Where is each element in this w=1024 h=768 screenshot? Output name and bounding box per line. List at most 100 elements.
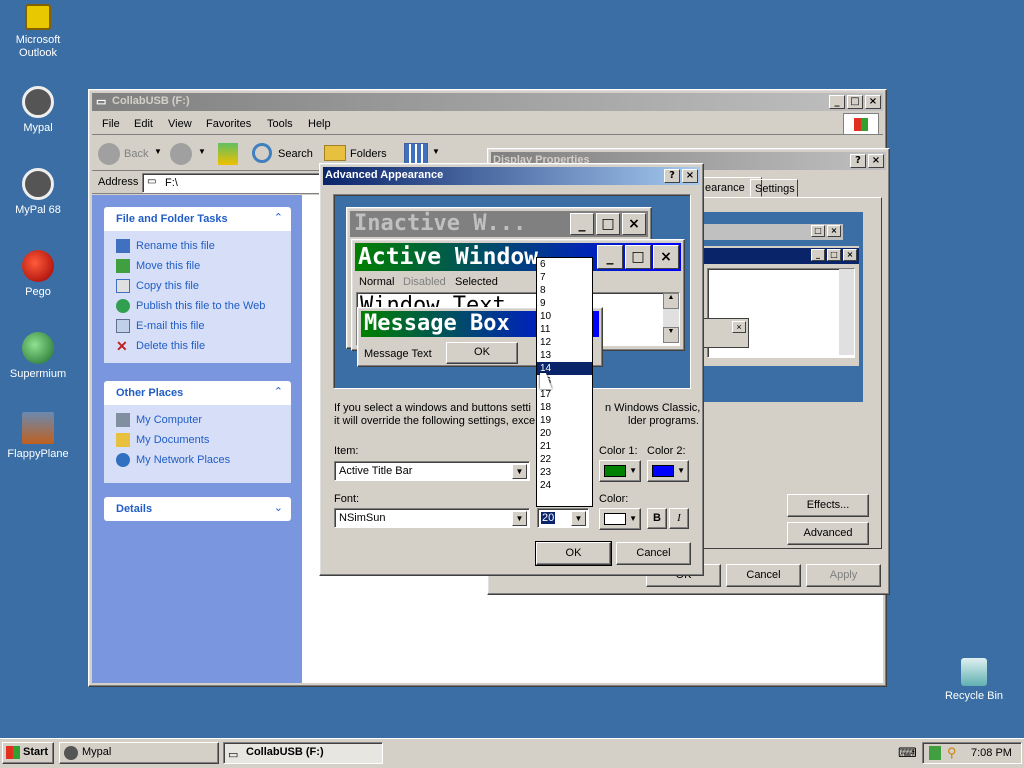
preview-inactive-titlebar: Inactive W... _ □ × — [350, 211, 648, 237]
desktop-icon-recycle-bin[interactable]: Recycle Bin — [944, 658, 1004, 703]
delete-file-link[interactable]: ✕ Delete this file — [116, 339, 205, 353]
advanced-button[interactable]: Advanced — [787, 522, 869, 545]
copy-file-link[interactable]: Copy this file — [116, 279, 199, 293]
menu-view[interactable]: View — [168, 118, 192, 130]
size-select[interactable]: 20 ▼ — [537, 508, 589, 528]
move-file-link[interactable]: Move this file — [116, 259, 200, 273]
publish-file-link[interactable]: Publish this file to the Web — [116, 299, 265, 313]
other-places-header[interactable]: Other Places ⌃ — [104, 381, 291, 405]
menu-edit[interactable]: Edit — [134, 118, 153, 130]
details-header[interactable]: Details ⌄ — [104, 497, 291, 521]
help-button[interactable]: ? — [850, 154, 866, 168]
font-select[interactable]: NSimSun ▼ — [334, 508, 530, 528]
desktop-icon-supermium[interactable]: Supermium — [8, 332, 68, 381]
menu-help[interactable]: Help — [308, 118, 331, 130]
close-button[interactable]: × — [865, 95, 881, 109]
desktop-icon-mypal68[interactable]: MyPal 68 — [14, 168, 62, 217]
menu-favorites[interactable]: Favorites — [206, 118, 251, 130]
windows-logo-icon — [6, 746, 20, 759]
menu-file[interactable]: File — [102, 118, 120, 130]
email-file-link[interactable]: E-mail this file — [116, 319, 204, 333]
desktop-icon-label: Mypal — [23, 122, 53, 134]
keyboard-icon[interactable]: ⌨ — [898, 745, 917, 761]
clock[interactable]: 7:08 PM — [971, 747, 1012, 759]
size-option[interactable]: 13 — [537, 349, 592, 362]
menu-tools[interactable]: Tools — [267, 118, 293, 130]
size-option[interactable]: 9 — [537, 297, 592, 310]
collapse-icon[interactable]: ⌃ — [274, 385, 283, 398]
tab-settings[interactable]: Settings — [750, 179, 798, 197]
size-option[interactable]: 11 — [537, 323, 592, 336]
display-cancel-button[interactable]: Cancel — [726, 564, 801, 587]
tray-search-icon[interactable]: ⚲ — [947, 745, 957, 761]
file-tasks-header[interactable]: File and Folder Tasks ⌃ — [104, 207, 291, 231]
effects-button[interactable]: Effects... — [787, 494, 869, 517]
chevron-down-icon[interactable]: ▼ — [198, 147, 206, 156]
size-option[interactable]: 12 — [537, 336, 592, 349]
size-option[interactable]: 17 — [537, 388, 592, 401]
size-option[interactable]: 24 — [537, 479, 592, 492]
size-option[interactable]: 7 — [537, 271, 592, 284]
search-button[interactable]: Search — [278, 148, 313, 160]
address-input[interactable]: ▭ F:\ — [142, 173, 322, 193]
my-documents-link[interactable]: My Documents — [116, 433, 209, 447]
chevron-down-icon[interactable]: ▼ — [154, 147, 162, 156]
size-option[interactable]: 22 — [537, 453, 592, 466]
start-button[interactable]: Start — [2, 742, 54, 764]
color2-picker[interactable]: ▼ — [647, 460, 689, 482]
maximize-button[interactable]: □ — [847, 95, 863, 109]
size-option[interactable]: 23 — [537, 466, 592, 479]
chevron-down-icon[interactable]: ▼ — [512, 511, 527, 526]
font-color-picker[interactable]: ▼ — [599, 508, 641, 530]
size-option[interactable]: 20 — [537, 427, 592, 440]
size-option[interactable]: 21 — [537, 440, 592, 453]
folders-button[interactable]: Folders — [350, 148, 387, 160]
font-label: Font: — [334, 493, 360, 505]
taskbar-item-mypal[interactable]: Mypal — [59, 742, 219, 764]
up-folder-icon[interactable] — [218, 143, 238, 165]
views-icon[interactable] — [404, 143, 428, 165]
cancel-button[interactable]: Cancel — [616, 542, 691, 565]
expand-icon[interactable]: ⌄ — [274, 501, 283, 514]
appearance-preview: Inactive W... _ □ × Active Window _ □ × … — [333, 194, 691, 389]
desktop-icon-flappyplane[interactable]: FlappyPlane — [6, 412, 70, 461]
back-arrow-icon[interactable] — [98, 143, 120, 165]
explorer-titlebar[interactable]: ▭ CollabUSB (F:) _ □ × — [92, 93, 883, 111]
bold-button[interactable]: B — [647, 508, 667, 529]
size-option[interactable]: 19 — [537, 414, 592, 427]
chevron-down-icon[interactable]: ▼ — [512, 464, 527, 479]
forward-arrow-icon[interactable] — [170, 143, 192, 165]
my-computer-link[interactable]: My Computer — [116, 413, 202, 427]
desktop-icon-mypal[interactable]: Mypal — [14, 86, 62, 135]
inactive-title-text: Inactive W... — [354, 211, 527, 236]
supermium-icon — [22, 332, 54, 364]
collapse-icon[interactable]: ⌃ — [274, 211, 283, 224]
minimize-button[interactable]: _ — [829, 95, 845, 109]
back-button[interactable]: Back — [124, 148, 148, 160]
other-places-title: Other Places — [116, 387, 184, 399]
desktop-icon-outlook[interactable]: Microsoft Outlook — [14, 4, 62, 60]
size-option[interactable]: 6 — [537, 258, 592, 271]
rename-file-link[interactable]: Rename this file — [116, 239, 215, 253]
maximize-icon: □ — [625, 245, 651, 269]
chevron-down-icon[interactable]: ▼ — [571, 511, 586, 526]
advanced-titlebar[interactable]: Advanced Appearance ? × — [323, 167, 700, 185]
display-apply-button[interactable]: Apply — [806, 564, 881, 587]
tray-app-icon[interactable] — [929, 746, 941, 760]
menu-bar: File Edit View Favorites Tools Help — [92, 113, 883, 135]
preview-ok-button[interactable]: OK — [446, 342, 518, 364]
desktop-icon-pego[interactable]: Pego — [14, 250, 62, 299]
item-select[interactable]: Active Title Bar ▼ — [334, 461, 530, 481]
italic-button[interactable]: I — [669, 508, 689, 529]
taskbar-item-collabusb[interactable]: ▭ CollabUSB (F:) — [223, 742, 383, 764]
size-option[interactable]: 8 — [537, 284, 592, 297]
my-network-places-link[interactable]: My Network Places — [116, 453, 230, 467]
close-button[interactable]: × — [868, 154, 884, 168]
help-button[interactable]: ? — [664, 169, 680, 183]
color1-picker[interactable]: ▼ — [599, 460, 641, 482]
size-option[interactable]: 10 — [537, 310, 592, 323]
chevron-down-icon[interactable]: ▼ — [432, 147, 440, 156]
size-option[interactable]: 18 — [537, 401, 592, 414]
close-button[interactable]: × — [682, 169, 698, 183]
ok-button[interactable]: OK — [535, 541, 612, 566]
